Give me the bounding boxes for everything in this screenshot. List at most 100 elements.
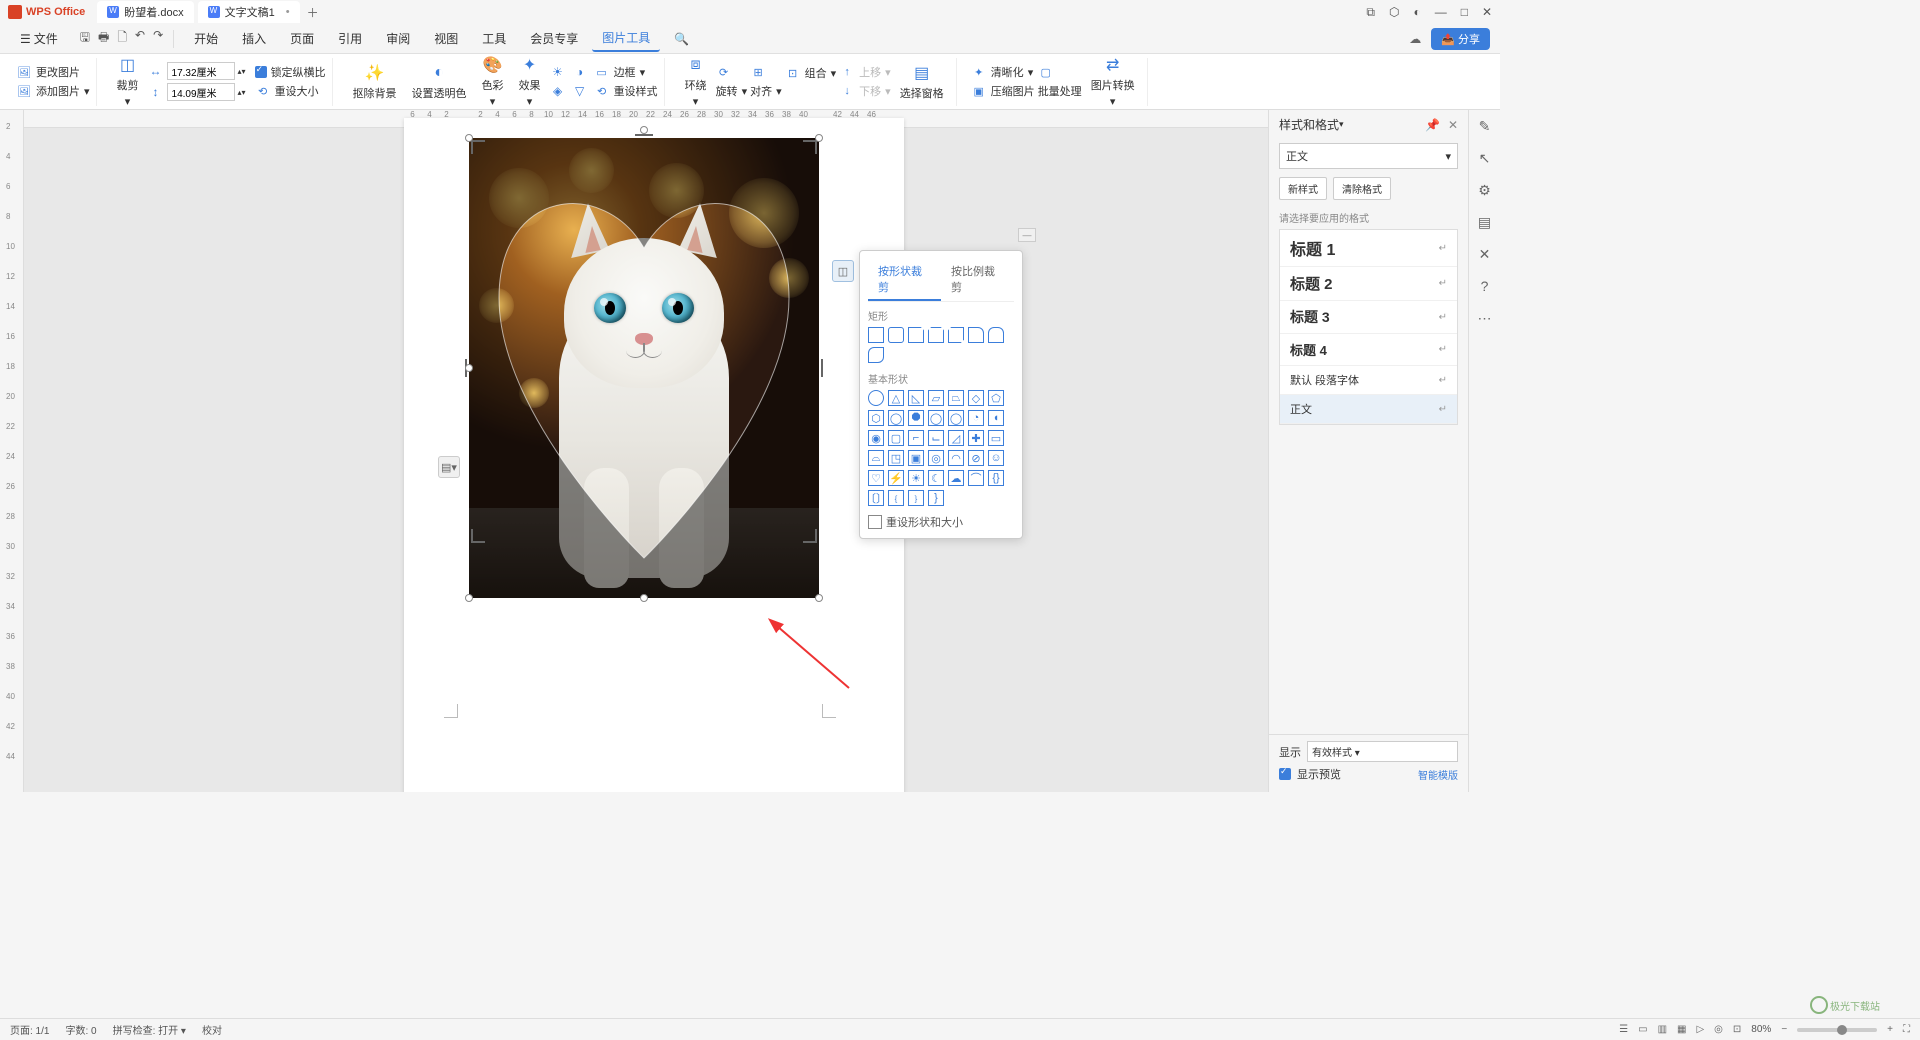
shape-rect[interactable] xyxy=(868,327,884,343)
sharpen-button[interactable]: ✦清晰化▾ xyxy=(971,64,1035,80)
shape-bracket[interactable]: {} xyxy=(988,470,1004,486)
set-transparent-button[interactable]: ◐设置透明色 xyxy=(406,61,473,103)
style-item-2[interactable]: 标题 3↵ xyxy=(1280,301,1457,334)
align-button[interactable]: 对齐▾ xyxy=(750,83,782,99)
crop-mode-icon[interactable]: ◫ xyxy=(832,260,854,282)
minimize-icon[interactable]: — xyxy=(1435,5,1447,20)
shape-hexagon[interactable]: ⬡ xyxy=(868,410,884,426)
close-icon[interactable]: ✕ xyxy=(1482,5,1492,20)
smart-template-link[interactable]: 智能模版 xyxy=(1418,767,1458,782)
zoom-slider[interactable] xyxy=(1797,1028,1877,1032)
sb-view-icon[interactable]: ☰ xyxy=(1619,1024,1628,1035)
style-item-0[interactable]: 标题 1↵ xyxy=(1280,230,1457,267)
side-settings-icon[interactable]: ⚙ xyxy=(1475,180,1495,200)
zoom-in-icon[interactable]: + xyxy=(1887,1024,1893,1035)
crop-tab-shape[interactable]: 按形状裁剪 xyxy=(868,259,941,301)
remove-bg-button[interactable]: ✨抠除背景 xyxy=(347,61,403,103)
clear-format-button[interactable]: 清除格式 xyxy=(1333,177,1391,200)
undo-icon[interactable]: ↶ xyxy=(135,28,145,49)
shape-trapezoid[interactable]: ⏢ xyxy=(948,390,964,406)
shape-bracket2[interactable]: 〔〕 xyxy=(868,490,884,506)
style-item-1[interactable]: 标题 2↵ xyxy=(1280,267,1457,301)
shape-pie[interactable]: ◔ xyxy=(968,410,984,426)
shape-lightning[interactable]: ⚡ xyxy=(888,470,904,486)
status-words[interactable]: 字数: 0 xyxy=(65,1022,96,1037)
shadow-icon[interactable]: ◈ xyxy=(550,83,566,99)
menu-tool[interactable]: 工具 xyxy=(472,26,516,51)
sb-play-icon[interactable]: ▷ xyxy=(1696,1024,1704,1035)
save-icon[interactable]: 🖫 xyxy=(80,28,90,49)
width-input[interactable] xyxy=(167,62,235,80)
sb-expand-icon[interactable]: ⛶ xyxy=(1903,1024,1910,1035)
side-help-icon[interactable]: ? xyxy=(1475,276,1495,296)
side-layers-icon[interactable]: ▤ xyxy=(1475,212,1495,232)
shape-teardrop[interactable]: ◉ xyxy=(868,430,884,446)
restore-window-icon[interactable]: ⧉ xyxy=(1366,5,1375,20)
convert-button[interactable]: ⇄图片转换▾ xyxy=(1085,53,1141,110)
shape-brace3[interactable]: } xyxy=(928,490,944,506)
shape-donut[interactable]: ◎ xyxy=(928,450,944,466)
shape-chord[interactable]: ◖ xyxy=(988,410,1004,426)
cloud-icon[interactable]: ☁ xyxy=(1409,32,1421,46)
shape-frame[interactable]: ▢ xyxy=(888,430,904,446)
cube-icon[interactable]: ⬡ xyxy=(1389,5,1399,20)
align-icon-button[interactable]: ⊞ xyxy=(750,64,782,80)
shape-cross[interactable]: ✚ xyxy=(968,430,984,446)
maximize-icon[interactable]: □ xyxy=(1461,5,1468,20)
shape-moon[interactable]: ☾ xyxy=(928,470,944,486)
shape-bevel[interactable]: ▣ xyxy=(908,450,924,466)
tab-doc-1[interactable]: 盼望着.docx xyxy=(97,1,193,23)
style-item-5[interactable]: 正文↵ xyxy=(1280,395,1457,424)
style-item-3[interactable]: 标题 4↵ xyxy=(1280,334,1457,366)
shape-octagon[interactable]: ⯃ xyxy=(908,410,924,426)
shape-right-tri[interactable]: ◺ xyxy=(908,390,924,406)
shape-heptagon[interactable]: ◯ xyxy=(888,410,904,426)
shape-decagon[interactable]: ◯ xyxy=(928,410,944,426)
menu-picture-tools[interactable]: 图片工具 xyxy=(592,25,660,52)
shape-smiley[interactable]: ☺ xyxy=(988,450,1004,466)
shape-brace[interactable]: ﹛ xyxy=(888,490,904,506)
show-filter-select[interactable]: 有效样式 ▾ xyxy=(1307,741,1458,762)
side-more-icon[interactable]: ⋯ xyxy=(1475,308,1495,328)
shape-parallel[interactable]: ▱ xyxy=(928,390,944,406)
print-icon[interactable]: 🖶 xyxy=(98,28,109,49)
rotate-button[interactable]: 旋转▾ xyxy=(716,83,748,99)
shape-round-1[interactable] xyxy=(968,327,984,343)
reset-size-button[interactable]: ⟲重设大小 xyxy=(255,83,326,99)
shape-snip-2[interactable] xyxy=(928,327,944,343)
selection-pane-button[interactable]: ▤选择窗格 xyxy=(894,61,950,103)
side-tools-icon[interactable]: ✕ xyxy=(1475,244,1495,264)
shape-round-2[interactable] xyxy=(988,327,1004,343)
status-spell[interactable]: 拼写检查: 打开 ▾ xyxy=(113,1022,186,1037)
crop-tab-ratio[interactable]: 按比例裁剪 xyxy=(941,259,1014,301)
sb-web-icon[interactable]: ▦ xyxy=(1677,1024,1686,1035)
shape-block-arc[interactable]: ◠ xyxy=(948,450,964,466)
reset-style-button[interactable]: ⟲重设样式 xyxy=(594,83,658,99)
document-page[interactable] xyxy=(404,118,904,792)
pin-icon[interactable]: 📌 xyxy=(1425,118,1440,132)
shape-can[interactable]: ⌓ xyxy=(868,450,884,466)
sb-read-icon[interactable]: ▭ xyxy=(1638,1024,1647,1035)
sb-layout-icon[interactable]: ▥ xyxy=(1658,1024,1667,1035)
search-icon[interactable]: 🔍 xyxy=(674,32,689,46)
menu-member[interactable]: 会员专享 xyxy=(520,26,588,51)
crop-button[interactable]: ◫裁剪▾ xyxy=(111,53,145,110)
shape-plaque[interactable]: ▭ xyxy=(988,430,1004,446)
status-page[interactable]: 页面: 1/1 xyxy=(10,1022,49,1037)
shape-heart[interactable]: ♡ xyxy=(868,470,884,486)
tab-doc-2[interactable]: 文字文稿1 • xyxy=(198,1,300,23)
print-preview-icon[interactable]: 🗋 xyxy=(117,28,127,49)
side-edit-icon[interactable]: ✎ xyxy=(1475,116,1495,136)
shape-dodecagon[interactable]: ◯ xyxy=(948,410,964,426)
shape-half-frame[interactable]: ⌐ xyxy=(908,430,924,446)
zoom-out-icon[interactable]: − xyxy=(1781,1024,1787,1035)
change-picture-button[interactable]: 🖼更改图片 xyxy=(16,64,90,80)
new-style-button[interactable]: 新样式 xyxy=(1279,177,1327,200)
pic-tool-icon[interactable]: ▢ xyxy=(1038,64,1082,80)
batch-button[interactable]: 批量处理 xyxy=(1038,83,1082,99)
menu-file[interactable]: ☰文件 xyxy=(10,26,68,51)
preview-checkbox[interactable] xyxy=(1279,768,1291,780)
menu-ref[interactable]: 引用 xyxy=(328,26,372,51)
height-input[interactable] xyxy=(167,83,235,101)
contrast-icon[interactable]: ◑ xyxy=(572,64,588,80)
